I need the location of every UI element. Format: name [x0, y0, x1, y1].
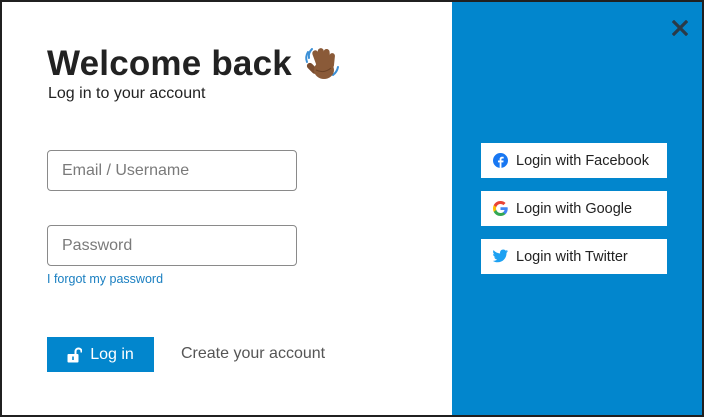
forgot-password-link[interactable]: I forgot my password — [47, 272, 163, 286]
login-facebook-button[interactable]: Login with Facebook — [481, 143, 667, 178]
login-button-label: Log in — [90, 345, 134, 363]
unlock-icon — [67, 347, 83, 363]
page-subtitle: Log in to your account — [48, 85, 206, 102]
title-row: Welcome back — [47, 42, 342, 86]
login-button[interactable]: Log in — [47, 337, 154, 372]
facebook-icon — [493, 153, 508, 168]
password-field[interactable] — [47, 225, 297, 266]
login-panel: Welcome back Log in to your account Emai… — [2, 2, 452, 415]
close-icon[interactable] — [671, 19, 689, 37]
email-field[interactable] — [47, 150, 297, 191]
create-account-link[interactable]: Create your account — [181, 345, 325, 363]
facebook-button-label: Login with Facebook — [516, 152, 649, 169]
login-google-button[interactable]: Login with Google — [481, 191, 667, 226]
google-icon — [493, 201, 508, 216]
login-modal: Welcome back Log in to your account Emai… — [0, 0, 704, 417]
social-login-panel: Login with Facebook Login with Google Lo… — [452, 2, 702, 415]
page-title: Welcome back — [47, 44, 292, 83]
twitter-icon — [492, 249, 508, 264]
twitter-button-label: Login with Twitter — [516, 248, 628, 265]
login-twitter-button[interactable]: Login with Twitter — [481, 239, 667, 274]
google-button-label: Login with Google — [516, 200, 633, 217]
waving-hand-icon — [302, 44, 342, 84]
